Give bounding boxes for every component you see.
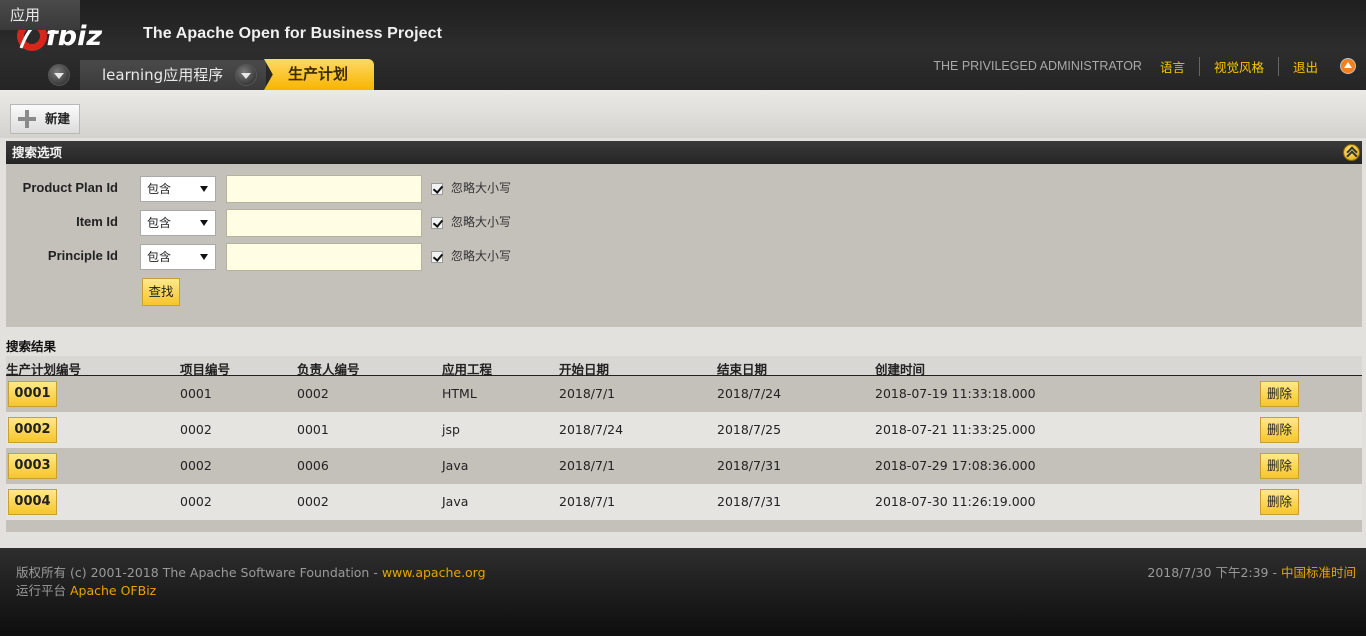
new-button[interactable]: 新建 <box>10 104 80 134</box>
cell-application: Java <box>442 458 469 473</box>
project-title: The Apache Open for Business Project <box>143 25 443 42</box>
tab-learning-app-label: learning应用程序 <box>102 66 224 84</box>
results-table-header: 生产计划编号 项目编号 负责人编号 应用工程 开始日期 结束日期 创建时间 <box>6 356 1362 377</box>
user-name: THE PRIVILEGED ADMINISTRATOR <box>933 59 1142 73</box>
delete-button[interactable]: 删除 <box>1260 381 1299 407</box>
product-plan-id-operator-select[interactable]: 包含 <box>140 176 216 202</box>
principle-id-label: Principle Id <box>47 248 118 263</box>
cell-item-id: 0002 <box>180 458 212 473</box>
cell-application: jsp <box>442 422 460 437</box>
cell-start-date: 2018/7/1 <box>559 494 616 509</box>
cell-item-id: 0002 <box>180 494 212 509</box>
item-id-input[interactable] <box>226 209 422 237</box>
cell-principle-id: 0002 <box>297 386 329 401</box>
visual-theme-link[interactable]: 视觉风格 <box>1198 56 1278 76</box>
delete-button[interactable]: 删除 <box>1260 417 1299 443</box>
table-row: 0001 0001 0002 HTML 2018/7/1 2018/7/24 2… <box>6 376 1362 412</box>
cell-start-date: 2018/7/1 <box>559 458 616 473</box>
item-id-label: Item Id <box>76 214 118 229</box>
table-row: 0004 0002 0002 Java 2018/7/1 2018/7/31 2… <box>6 484 1362 520</box>
product-plan-id-ignore-case-checkbox[interactable] <box>431 183 443 195</box>
product-plan-id-label: Product Plan Id <box>22 180 118 195</box>
product-plan-id-input[interactable] <box>226 175 422 203</box>
results-bottom-bar <box>6 520 1362 532</box>
copyright-line: 版权所有 (c) 2001-2018 The Apache Software F… <box>16 562 486 581</box>
user-bar: THE PRIVILEGED ADMINISTRATOR 语言 视觉风格 退出 <box>933 56 1356 76</box>
plus-icon <box>18 110 36 128</box>
powered-by-text: 运行平台 <box>16 583 70 598</box>
new-button-label: 新建 <box>45 111 71 126</box>
cell-start-date: 2018/7/1 <box>559 386 616 401</box>
plan-id-link[interactable]: 0002 <box>8 417 57 443</box>
table-row: 0002 0002 0001 jsp 2018/7/24 2018/7/25 2… <box>6 412 1362 448</box>
chevron-down-icon[interactable] <box>235 64 257 86</box>
copyright-text: 版权所有 (c) 2001-2018 The Apache Software F… <box>16 565 382 580</box>
cell-created: 2018-07-29 17:08:36.000 <box>875 458 1036 473</box>
principle-id-ignore-case-checkbox[interactable] <box>431 251 443 263</box>
collapse-icon[interactable] <box>1343 144 1360 161</box>
ignore-case-label: 忽略大小写 <box>451 181 512 195</box>
tab-production-plan-label: 生产计划 <box>288 65 349 83</box>
ofbiz-link[interactable]: Apache OFBiz <box>70 583 156 598</box>
ignore-case-label: 忽略大小写 <box>451 249 512 263</box>
logout-link[interactable]: 退出 <box>1277 56 1332 76</box>
cell-created: 2018-07-19 11:33:18.000 <box>875 386 1036 401</box>
tab-apps[interactable]: 应用 <box>10 0 40 30</box>
cell-created: 2018-07-30 11:26:19.000 <box>875 494 1036 509</box>
principle-id-operator-select[interactable]: 包含 <box>140 244 216 270</box>
plan-id-link[interactable]: 0004 <box>8 489 57 515</box>
principle-id-input[interactable] <box>226 243 422 271</box>
language-link[interactable]: 语言 <box>1160 57 1199 76</box>
main-content: 新建 搜索选项 Product Plan Id 包含 忽略大小写 Item Id… <box>0 90 1366 548</box>
tab-production-plan[interactable]: 生产计划 <box>264 59 374 90</box>
item-id-ignore-case-checkbox[interactable] <box>431 217 443 229</box>
datetime-line: 2018/7/30 下午2:39 - 中国标准时间 <box>1147 562 1356 581</box>
tab-learning-app[interactable]: learning应用程序 <box>102 60 223 90</box>
collapse-header-icon[interactable] <box>1340 58 1356 74</box>
cell-principle-id: 0001 <box>297 422 329 437</box>
cell-item-id: 0001 <box>180 386 212 401</box>
powered-by-line: 运行平台 Apache OFBiz <box>16 580 156 599</box>
tab-apps-label: 应用 <box>10 6 41 24</box>
current-datetime: 2018/7/30 下午2:39 - <box>1147 565 1281 580</box>
button-bar: 新建 <box>0 90 1366 138</box>
cell-principle-id: 0006 <box>297 458 329 473</box>
search-options-header: 搜索选项 <box>6 141 1362 164</box>
apache-link[interactable]: www.apache.org <box>382 565 486 580</box>
cell-end-date: 2018/7/24 <box>717 386 782 401</box>
app-header: fbiz The Apache Open for Business Projec… <box>0 0 1366 90</box>
chevron-down-icon[interactable] <box>48 64 70 86</box>
cell-end-date: 2018/7/31 <box>717 458 782 473</box>
delete-button[interactable]: 删除 <box>1260 453 1299 479</box>
plan-id-link[interactable]: 0001 <box>8 381 57 407</box>
cell-created: 2018-07-21 11:33:25.000 <box>875 422 1036 437</box>
cell-principle-id: 0002 <box>297 494 329 509</box>
table-row: 0003 0002 0006 Java 2018/7/1 2018/7/31 2… <box>6 448 1362 484</box>
field-row-item-id: Item Id 包含 忽略大小写 <box>6 209 706 237</box>
cell-end-date: 2018/7/25 <box>717 422 782 437</box>
find-button[interactable]: 查找 <box>142 278 180 306</box>
delete-button[interactable]: 删除 <box>1260 489 1299 515</box>
cell-start-date: 2018/7/24 <box>559 422 624 437</box>
search-results-title: 搜索结果 <box>6 338 1362 356</box>
cell-application: Java <box>442 494 469 509</box>
search-results: 搜索结果 生产计划编号 项目编号 负责人编号 应用工程 开始日期 结束日期 创建… <box>6 338 1362 532</box>
plan-id-link[interactable]: 0003 <box>8 453 57 479</box>
cell-end-date: 2018/7/31 <box>717 494 782 509</box>
timezone-link[interactable]: 中国标准时间 <box>1281 565 1356 580</box>
field-row-product-plan-id: Product Plan Id 包含 忽略大小写 <box>6 175 706 203</box>
field-row-principle-id: Principle Id 包含 忽略大小写 <box>6 243 706 271</box>
item-id-operator-select[interactable]: 包含 <box>140 210 216 236</box>
search-options-panel: 搜索选项 Product Plan Id 包含 忽略大小写 Item Id 包含… <box>6 141 1362 327</box>
cell-application: HTML <box>442 386 477 401</box>
footer: 版权所有 (c) 2001-2018 The Apache Software F… <box>0 548 1366 636</box>
ignore-case-label: 忽略大小写 <box>451 215 512 229</box>
search-options-title: 搜索选项 <box>12 145 63 160</box>
cell-item-id: 0002 <box>180 422 212 437</box>
